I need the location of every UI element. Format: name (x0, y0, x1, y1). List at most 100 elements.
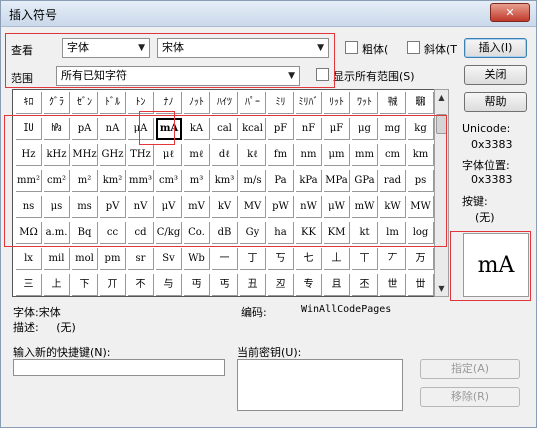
symbol-cell[interactable]: Wb (184, 248, 210, 270)
symbol-cell[interactable]: ｷﾛ (16, 92, 42, 114)
symbol-cell[interactable]: m² (72, 170, 98, 192)
symbol-cell[interactable]: dℓ (212, 144, 238, 166)
symbol-cell[interactable]: 七 (296, 248, 322, 270)
symbol-cell[interactable]: 专 (296, 274, 322, 296)
symbol-cell[interactable]: sr (128, 248, 154, 270)
symbol-cell[interactable]: Bq (72, 222, 98, 244)
symbol-cell[interactable]: cm³ (156, 170, 182, 192)
symbol-cell[interactable]: 丅 (352, 248, 378, 270)
symbol-cell[interactable]: ﾊﾟｰ (240, 92, 266, 114)
symbol-cell[interactable]: mW (352, 196, 378, 218)
symbol-cell[interactable]: kt (352, 222, 378, 244)
symbol-cell[interactable]: 丁 (240, 248, 266, 270)
new-shortcut-input[interactable] (13, 359, 225, 376)
symbol-cell[interactable]: pW (268, 196, 294, 218)
symbol-cell[interactable]: μW (324, 196, 350, 218)
symbol-cell[interactable]: nV (128, 196, 154, 218)
symbol-cell[interactable]: GPa (352, 170, 378, 192)
symbol-cell[interactable]: ﾘｯﾄ (324, 92, 350, 114)
symbol-cell[interactable]: MHz (72, 144, 98, 166)
close-button[interactable]: 关闭 (464, 65, 527, 85)
symbol-cell[interactable]: cal (212, 118, 238, 140)
symbol-cell[interactable]: ha (268, 222, 294, 244)
symbol-cell[interactable]: MPa (324, 170, 350, 192)
symbol-cell[interactable]: a.m. (44, 222, 70, 244)
symbol-cell[interactable]: mℓ (184, 144, 210, 166)
symbol-cell[interactable]: kℓ (240, 144, 266, 166)
view-select[interactable]: 字体 ▼ (62, 38, 150, 58)
symbol-cell[interactable]: μℓ (156, 144, 182, 166)
symbol-cell[interactable]: ｸﾞﾗ (44, 92, 70, 114)
symbol-cell[interactable]: 上 (44, 274, 70, 296)
symbol-cell[interactable]: pF (268, 118, 294, 140)
grid-scrollbar[interactable]: ▲ ▼ (434, 89, 449, 297)
symbol-cell[interactable]: ㍻ (380, 92, 406, 114)
symbol-cell[interactable]: Gy (240, 222, 266, 244)
symbol-cell[interactable]: nF (296, 118, 322, 140)
symbol-cell[interactable]: m/s (240, 170, 266, 192)
symbol-cell[interactable]: lm (380, 222, 406, 244)
symbol-cell[interactable]: 丕 (352, 274, 378, 296)
symbol-cell[interactable]: MΩ (16, 222, 42, 244)
symbol-cell[interactable]: MW (408, 196, 434, 218)
symbol-cell[interactable]: ﾐﾘﾊﾞ (296, 92, 322, 114)
insert-button[interactable]: 插入(I) (464, 38, 527, 58)
symbol-cell[interactable]: ﾄﾞﾙ (100, 92, 126, 114)
symbol-cell[interactable]: μA (128, 118, 154, 140)
symbol-cell[interactable]: ㍺ (16, 118, 42, 140)
symbol-cell[interactable]: mV (184, 196, 210, 218)
symbol-cell[interactable]: log (408, 222, 434, 244)
symbol-cell[interactable]: 丐 (212, 274, 238, 296)
symbol-cell[interactable]: Pa (268, 170, 294, 192)
show-all-ranges-checkbox[interactable] (316, 68, 329, 81)
symbol-cell[interactable]: 丒 (268, 274, 294, 296)
symbol-cell[interactable]: nW (296, 196, 322, 218)
symbol-cell[interactable]: ﾄﾝ (128, 92, 154, 114)
italic-checkbox[interactable] (407, 41, 420, 54)
symbol-cell[interactable]: nm (296, 144, 322, 166)
symbol-cell[interactable]: ps (408, 170, 434, 192)
symbol-cell[interactable]: KK (296, 222, 322, 244)
bold-checkbox[interactable] (345, 41, 358, 54)
symbol-cell[interactable]: μV (156, 196, 182, 218)
symbol-cell[interactable]: KM (324, 222, 350, 244)
symbol-cell[interactable]: ﾊｲﾂ (212, 92, 238, 114)
symbol-cell[interactable]: 丑 (240, 274, 266, 296)
symbol-cell[interactable]: 与 (156, 274, 182, 296)
symbol-cell[interactable]: kHz (44, 144, 70, 166)
symbol-cell[interactable]: cc (100, 222, 126, 244)
symbol-cell[interactable]: ｾﾞﾝ (72, 92, 98, 114)
symbol-cell[interactable]: pA (72, 118, 98, 140)
symbol-cell[interactable]: μs (44, 196, 70, 218)
symbol-cell[interactable]: Hz (16, 144, 42, 166)
symbol-cell[interactable]: ㍼ (408, 92, 434, 114)
scroll-down-arrow-icon[interactable]: ▼ (435, 281, 448, 296)
symbol-cell[interactable]: μF (324, 118, 350, 140)
symbol-cell[interactable]: kA (184, 118, 210, 140)
symbol-cell[interactable]: 丌 (100, 274, 126, 296)
symbol-cell[interactable]: 丆 (380, 248, 406, 270)
symbol-cell[interactable]: Sv (156, 248, 182, 270)
symbol-cell[interactable]: pm (100, 248, 126, 270)
font-select[interactable]: 宋体 ▼ (157, 38, 329, 58)
symbol-cell[interactable]: dB (212, 222, 238, 244)
symbol-cell[interactable]: km² (100, 170, 126, 192)
symbol-cell[interactable]: ﾉｯﾄ (184, 92, 210, 114)
symbol-cell[interactable]: km³ (212, 170, 238, 192)
symbol-cell[interactable]: cd (128, 222, 154, 244)
symbol-cell[interactable]: nA (100, 118, 126, 140)
symbol-cell[interactable]: cm (380, 144, 406, 166)
scroll-thumb[interactable] (436, 114, 447, 134)
symbol-cell[interactable]: mol (72, 248, 98, 270)
current-keys-list[interactable] (237, 359, 403, 411)
symbol-cell[interactable]: 丄 (324, 248, 350, 270)
symbol-cell[interactable]: m³ (184, 170, 210, 192)
close-window-button[interactable]: ✕ (490, 3, 530, 22)
symbol-cell[interactable]: kW (380, 196, 406, 218)
symbol-cell[interactable]: 万 (408, 248, 434, 270)
symbol-cell[interactable]: 一 (212, 248, 238, 270)
range-select[interactable]: 所有已知字符 ▼ (56, 66, 300, 86)
symbol-cell[interactable]: mm (352, 144, 378, 166)
symbol-cell[interactable]: mA (156, 118, 182, 140)
help-button[interactable]: 帮助 (464, 92, 527, 112)
